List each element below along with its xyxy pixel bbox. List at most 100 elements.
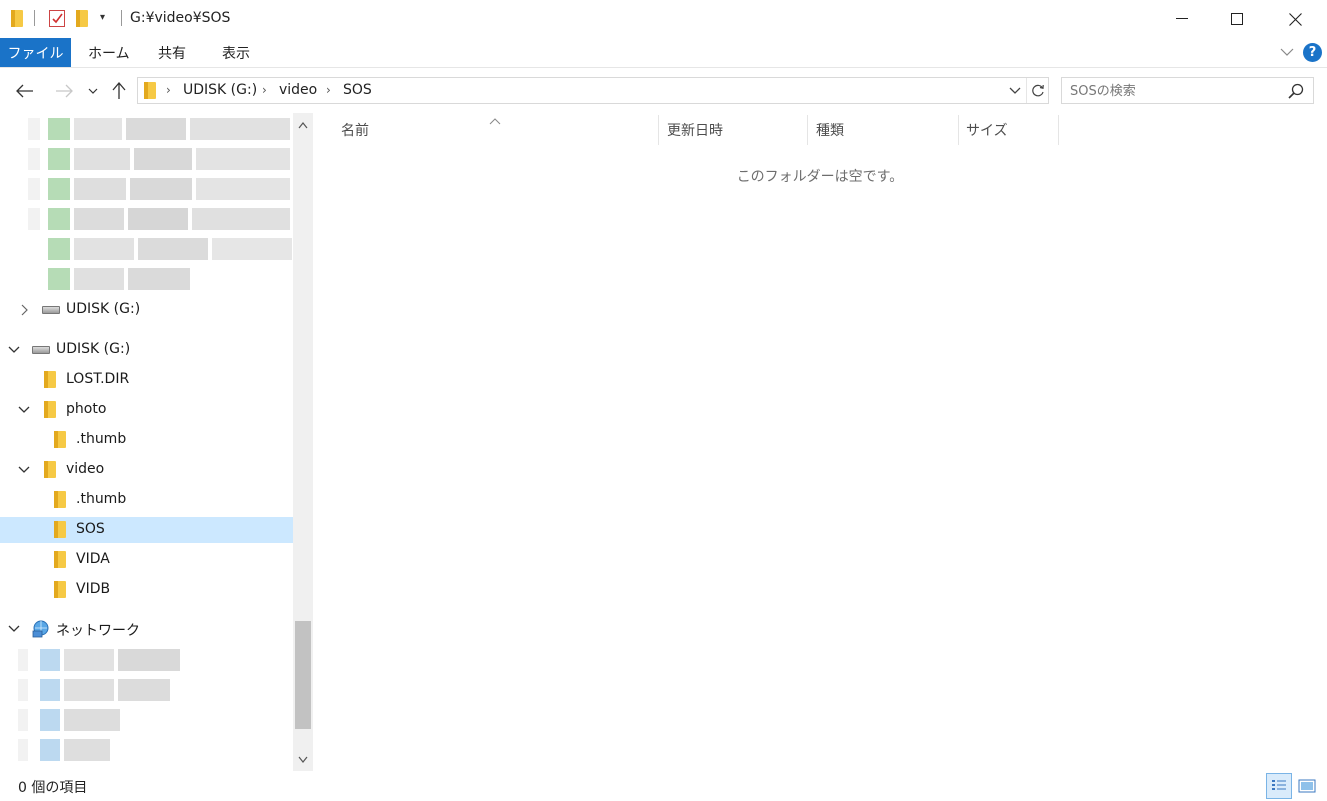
new-folder-icon[interactable]	[76, 10, 88, 31]
tree-item-network[interactable]: ネットワーク	[0, 616, 293, 642]
expand-ribbon-icon[interactable]	[1280, 45, 1294, 63]
tree-item-video[interactable]: video	[0, 457, 293, 483]
column-header-type[interactable]: 種類	[816, 113, 956, 147]
refresh-button[interactable]	[1026, 78, 1049, 103]
chevron-down-icon[interactable]	[7, 622, 21, 636]
tree-item-label: SOS	[76, 521, 105, 537]
breadcrumb-video[interactable]: video	[279, 82, 317, 98]
tab-home[interactable]: ホーム	[88, 38, 130, 67]
separator	[34, 10, 35, 26]
tree-item-sos[interactable]: SOS	[0, 517, 293, 543]
separator	[121, 10, 122, 26]
status-bar: 0 個の項目	[0, 771, 1327, 801]
title-bar: ▾ G:¥video¥SOS	[0, 0, 1327, 38]
chevron-down-icon[interactable]	[17, 403, 31, 417]
blurred-item	[28, 148, 293, 170]
tree-item-vida[interactable]: VIDA	[0, 547, 293, 573]
recent-locations-button[interactable]	[85, 78, 101, 104]
tree-item-label: photo	[66, 401, 107, 417]
search-input[interactable]	[1070, 82, 1280, 100]
blurred-item	[18, 649, 180, 671]
navigation-scrollbar[interactable]	[293, 113, 313, 771]
column-divider[interactable]	[658, 115, 659, 145]
drive-icon	[32, 346, 50, 354]
folder-icon	[54, 581, 66, 598]
column-divider[interactable]	[807, 115, 808, 145]
breadcrumb-drive[interactable]: UDISK (G:)	[183, 82, 257, 98]
folder-icon	[54, 431, 66, 448]
folder-icon	[144, 82, 156, 99]
forward-button[interactable]	[51, 78, 77, 104]
folder-icon	[54, 491, 66, 508]
scroll-down-icon[interactable]	[297, 753, 309, 765]
tree-item-label: UDISK (G:)	[56, 341, 131, 357]
large-icons-view-button[interactable]	[1294, 773, 1320, 799]
blurred-item	[28, 118, 293, 140]
network-icon	[31, 619, 51, 639]
back-button[interactable]	[12, 78, 38, 104]
help-icon[interactable]: ?	[1303, 43, 1322, 62]
tree-item-label: .thumb	[76, 431, 127, 447]
tree-item-drive-expanded[interactable]: UDISK (G:)	[0, 337, 293, 363]
up-button[interactable]	[108, 78, 130, 104]
tree-item-label: VIDA	[76, 551, 110, 567]
tab-share[interactable]: 共有	[158, 38, 186, 67]
column-header-name[interactable]: 名前	[341, 113, 657, 147]
chevron-down-icon[interactable]	[7, 343, 21, 357]
address-bar[interactable]: › UDISK (G:) › video › SOS	[137, 77, 1049, 104]
column-header-modified[interactable]: 更新日時	[667, 113, 807, 147]
tree-item-photo-thumb[interactable]: .thumb	[0, 427, 293, 453]
tree-item-label: LOST.DIR	[66, 371, 130, 387]
scroll-up-icon[interactable]	[297, 119, 309, 131]
maximize-button[interactable]	[1208, 0, 1266, 38]
chevron-down-icon[interactable]	[17, 463, 31, 477]
address-dropdown-icon[interactable]	[1009, 82, 1021, 102]
column-divider[interactable]	[958, 115, 959, 145]
folder-icon	[44, 461, 56, 478]
blurred-item	[48, 268, 190, 290]
ribbon-tabs: ファイル ホーム 共有 表示 ?	[0, 38, 1327, 68]
folder-icon	[54, 521, 66, 538]
close-button[interactable]	[1266, 0, 1324, 38]
blurred-item	[18, 679, 170, 701]
tree-item-label: UDISK (G:)	[66, 301, 141, 317]
tree-item-lost-dir[interactable]: LOST.DIR	[0, 367, 293, 393]
tree-item-label: ネットワーク	[56, 623, 140, 639]
folder-icon	[11, 10, 23, 31]
window-title: G:¥video¥SOS	[130, 10, 231, 26]
tree-item-vidb[interactable]: VIDB	[0, 577, 293, 603]
folder-icon	[44, 371, 56, 388]
file-list[interactable]: 名前 更新日時 種類 サイズ このフォルダーは空です。	[313, 113, 1327, 771]
tree-item-video-thumb[interactable]: .thumb	[0, 487, 293, 513]
blurred-item	[18, 709, 120, 731]
search-icon[interactable]	[1288, 83, 1304, 103]
blurred-item	[18, 739, 110, 761]
column-divider[interactable]	[1058, 115, 1059, 145]
properties-icon[interactable]	[49, 10, 65, 27]
navigation-pane: UDISK (G:) UDISK (G:) LOST.DIR photo .th…	[0, 113, 313, 771]
chevron-right-icon[interactable]: ›	[262, 83, 267, 97]
chevron-right-icon[interactable]: ›	[166, 83, 171, 97]
blurred-item	[28, 178, 293, 200]
customize-quick-access-icon[interactable]: ▾	[100, 12, 105, 23]
breadcrumb-sos[interactable]: SOS	[343, 82, 372, 98]
folder-icon	[54, 551, 66, 568]
details-view-button[interactable]	[1266, 773, 1292, 799]
column-header-size[interactable]: サイズ	[966, 113, 1056, 147]
tree-item-photo[interactable]: photo	[0, 397, 293, 423]
tab-view[interactable]: 表示	[222, 38, 250, 67]
item-count: 0 個の項目	[18, 780, 88, 796]
chevron-right-icon[interactable]: ›	[326, 83, 331, 97]
drive-icon	[42, 306, 60, 314]
blurred-item	[28, 208, 293, 230]
tree-item-label: .thumb	[76, 491, 127, 507]
chevron-right-icon[interactable]	[18, 303, 32, 317]
search-box[interactable]	[1061, 77, 1314, 104]
tab-file[interactable]: ファイル	[0, 38, 71, 67]
tree-item-label: video	[66, 461, 105, 477]
minimize-button[interactable]	[1153, 0, 1211, 38]
scrollbar-thumb[interactable]	[295, 621, 311, 729]
tree-item-drive-collapsed[interactable]: UDISK (G:)	[0, 297, 293, 323]
empty-folder-message: このフォルダーは空です。	[736, 169, 904, 185]
blurred-item	[48, 238, 293, 260]
